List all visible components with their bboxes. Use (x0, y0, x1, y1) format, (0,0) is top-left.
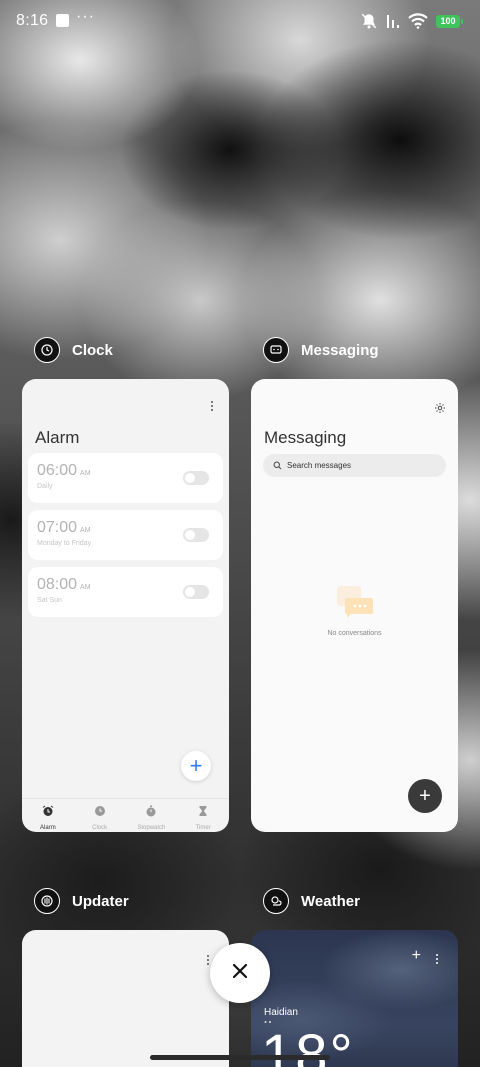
updater-app-icon (34, 888, 60, 914)
tab-stopwatch: Stopwatch (126, 799, 178, 832)
alarm-item: 06:00 AM Daily (28, 453, 223, 503)
alarm-ampm: AM (80, 527, 91, 534)
app-name-label: Clock (72, 341, 113, 359)
recent-card-clock[interactable]: Alarm 06:00 AM Daily 07:00 AM Monday to Fr… (22, 379, 229, 832)
alarm-ampm: AM (80, 584, 91, 591)
more-notifications-icon: ··· (76, 8, 95, 25)
alarm-repeat: Daily (37, 483, 53, 490)
tab-alarm: Alarm (22, 799, 74, 832)
wifi-icon (408, 13, 428, 29)
messaging-app-icon (263, 337, 289, 363)
clock-icon (94, 804, 106, 822)
alarm-item: 07:00 AM Monday to Friday (28, 510, 223, 560)
alarm-toggle (183, 528, 209, 542)
notification-square-icon (56, 14, 69, 27)
recent-card-messaging[interactable]: Messaging Search messages No conversatio… (251, 379, 458, 832)
recent-card-updater[interactable] (22, 930, 229, 1067)
settings-gear-icon (434, 401, 446, 419)
search-icon (273, 457, 282, 475)
app-name-label: Weather (301, 892, 360, 910)
stopwatch-icon (145, 804, 157, 822)
screen-title: Alarm (35, 428, 80, 447)
signal-icon (386, 13, 400, 29)
hourglass-icon (197, 804, 209, 822)
tab-label: Timer (195, 825, 211, 831)
new-message-button: + (408, 779, 442, 813)
alarm-icon (42, 804, 54, 822)
alarm-time: 07:00 (37, 519, 78, 536)
recent-app-header-messaging[interactable]: Messaging (263, 337, 379, 363)
tab-timer: Timer (177, 799, 229, 832)
app-name-label: Updater (72, 892, 129, 910)
bell-off-icon (360, 12, 378, 30)
city-name: Haidian (264, 1007, 298, 1018)
tab-clock: Clock (74, 799, 126, 832)
gesture-home-bar[interactable] (150, 1055, 330, 1060)
recent-app-header-clock[interactable]: Clock (34, 337, 113, 363)
alarm-ampm: AM (80, 470, 91, 477)
battery-indicator: 100 (436, 14, 463, 28)
search-messages-field: Search messages (263, 454, 446, 477)
alarm-item: 08:00 AM Sat Sun (28, 567, 223, 617)
add-city-icon: + (411, 947, 421, 964)
search-placeholder: Search messages (287, 461, 352, 470)
empty-conversations-icon (335, 584, 375, 625)
screen-title: Messaging (264, 428, 347, 447)
temperature: 18° (261, 1023, 355, 1067)
status-bar: 8:16 ··· 100 (0, 0, 480, 44)
clock-tab-bar: Alarm Clock Stopwatch Timer (22, 798, 229, 832)
alarm-time: 06:00 (37, 462, 78, 479)
recent-app-header-weather[interactable]: Weather (263, 888, 360, 914)
recent-app-header-updater[interactable]: Updater (34, 888, 129, 914)
alarm-repeat: Sat Sun (37, 597, 62, 604)
clear-all-button[interactable] (210, 943, 270, 1003)
clock-app-icon (34, 337, 60, 363)
tab-label: Clock (92, 825, 108, 831)
tab-label: Alarm (40, 825, 56, 831)
empty-state-text: No conversations (327, 630, 382, 637)
weather-app-icon (263, 888, 289, 914)
alarm-toggle (183, 471, 209, 485)
more-options-icon (434, 954, 440, 964)
close-icon (231, 962, 249, 985)
add-alarm-button: + (181, 751, 211, 781)
status-time: 8:16 (16, 12, 49, 29)
app-name-label: Messaging (301, 341, 379, 359)
more-options-icon (207, 401, 217, 411)
alarm-toggle (183, 585, 209, 599)
recent-card-weather[interactable]: + Haidian 18° (251, 930, 458, 1067)
alarm-time: 08:00 (37, 576, 78, 593)
alarm-repeat: Monday to Friday (37, 540, 92, 547)
tab-label: Stopwatch (137, 825, 166, 831)
